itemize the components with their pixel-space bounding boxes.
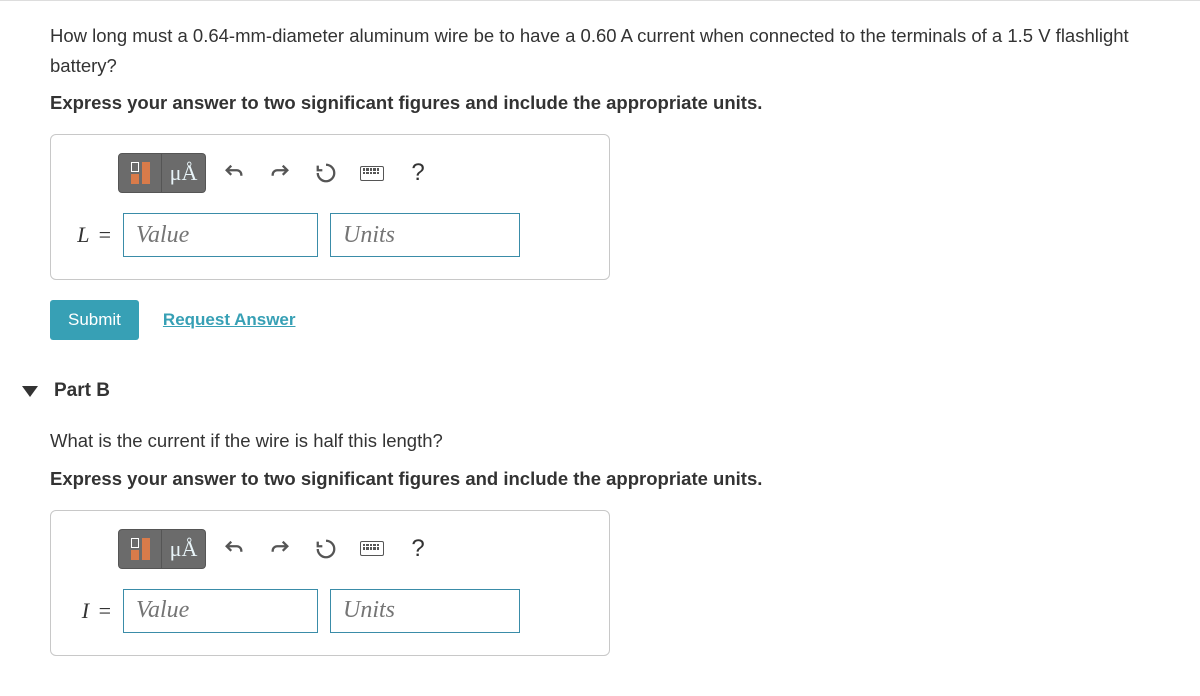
part-b-answer-box: μÅ ? (50, 510, 610, 656)
mu-angstrom-icon: μÅ (170, 160, 198, 186)
keyboard-icon (360, 166, 384, 181)
part-b-question: What is the current if the wire is half … (50, 426, 1150, 456)
help-icon: ? (411, 535, 424, 563)
units-input[interactable] (330, 213, 520, 257)
variable-label-I: I = (73, 598, 111, 624)
part-b-section: Part B What is the current if the wire i… (50, 380, 1150, 656)
help-button[interactable]: ? (400, 529, 436, 569)
special-chars-button[interactable]: μÅ (162, 153, 206, 193)
part-b-header: Part B (22, 380, 1150, 402)
request-answer-link[interactable]: Request Answer (163, 310, 296, 330)
variable-label-L: L = (73, 222, 111, 248)
reset-button[interactable] (308, 153, 344, 193)
reset-button[interactable] (308, 529, 344, 569)
units-input[interactable] (330, 589, 520, 633)
keyboard-icon (360, 541, 384, 556)
templates-button[interactable] (118, 529, 162, 569)
part-a-toolbar: μÅ ? (118, 153, 587, 193)
undo-button[interactable] (216, 529, 252, 569)
keyboard-button[interactable] (354, 153, 390, 193)
redo-button[interactable] (262, 153, 298, 193)
part-a-instruction: Express your answer to two significant f… (50, 92, 1150, 114)
undo-button[interactable] (216, 153, 252, 193)
templates-button[interactable] (118, 153, 162, 193)
part-a-input-row: L = (73, 213, 587, 257)
question-container: How long must a 0.64-mm-diameter aluminu… (0, 0, 1200, 696)
help-button[interactable]: ? (400, 153, 436, 193)
part-b-toolbar: μÅ ? (118, 529, 587, 569)
fraction-icon (131, 538, 150, 560)
part-a-question: How long must a 0.64-mm-diameter aluminu… (50, 21, 1150, 80)
mu-angstrom-icon: μÅ (170, 536, 198, 562)
keyboard-button[interactable] (354, 529, 390, 569)
collapse-toggle-icon[interactable] (22, 386, 38, 397)
part-a-answer-box: μÅ ? L = (50, 134, 610, 280)
special-chars-button[interactable]: μÅ (162, 529, 206, 569)
part-b-title: Part B (54, 380, 110, 402)
part-a-buttons: Submit Request Answer (50, 300, 1150, 340)
redo-button[interactable] (262, 529, 298, 569)
submit-button[interactable]: Submit (50, 300, 139, 340)
help-icon: ? (411, 159, 424, 187)
value-input[interactable] (123, 589, 318, 633)
fraction-icon (131, 162, 150, 184)
part-b-input-row: I = (73, 589, 587, 633)
part-b-instruction: Express your answer to two significant f… (50, 468, 1150, 490)
value-input[interactable] (123, 213, 318, 257)
